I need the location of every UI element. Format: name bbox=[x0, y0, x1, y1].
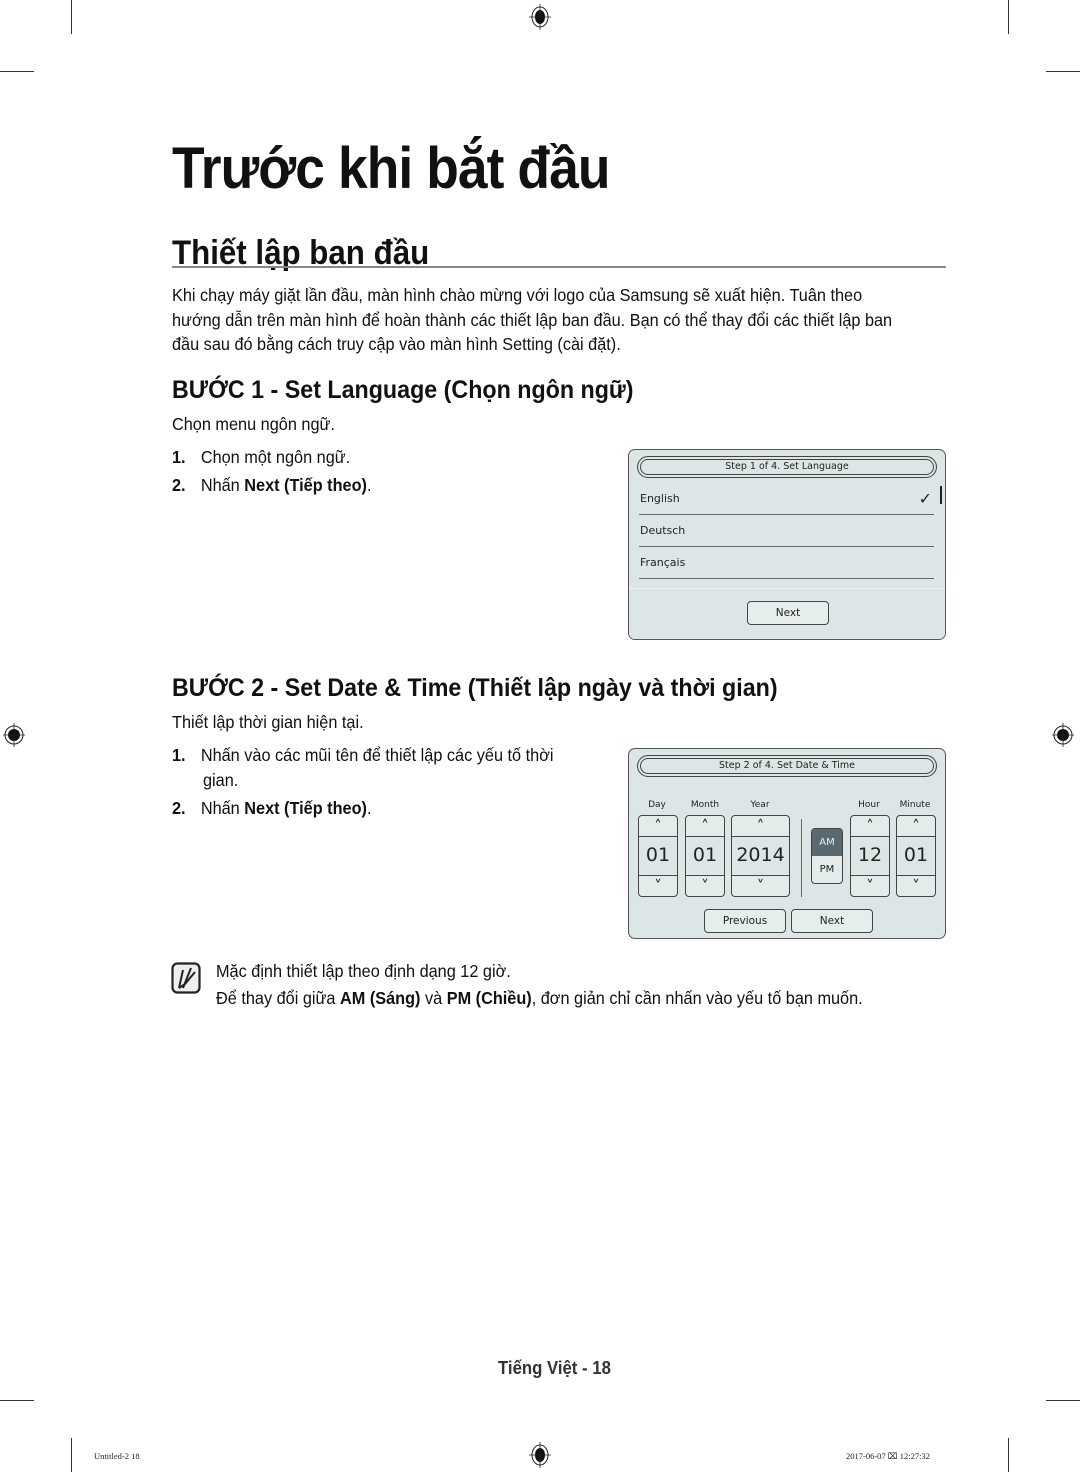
crop-mark bbox=[71, 0, 72, 34]
slug-left: Untitled-2 18 bbox=[94, 1451, 140, 1461]
note-line-2: Để thay đổi giữa AM (Sáng) và PM (Chiều)… bbox=[216, 988, 863, 1009]
item-number: 2. bbox=[172, 475, 186, 495]
language-screen: Step 1 of 4. Set Language English ✓ Deut… bbox=[628, 449, 946, 640]
step1-item-1: 1. Chọn một ngôn ngữ. bbox=[172, 447, 350, 468]
item-text: Nhấn vào các mũi tên để thiết lập các yế… bbox=[200, 745, 554, 765]
hour-value: 12 bbox=[851, 837, 889, 874]
chevron-down-icon[interactable]: ˅ bbox=[639, 875, 677, 896]
minute-spinner: ˄ 01 ˅ bbox=[896, 815, 936, 897]
item-number: 2. bbox=[172, 798, 186, 818]
step1-heading: BƯỚC 1 - Set Language (Chọn ngôn ngữ) bbox=[172, 376, 634, 404]
step2-item-2: 2. Nhấn Next (Tiếp theo). bbox=[172, 798, 371, 819]
item-text: Chọn một ngôn ngữ. bbox=[200, 447, 351, 467]
language-label: English bbox=[640, 492, 680, 505]
note-bold-pm: PM (Chiều) bbox=[446, 988, 532, 1008]
month-spinner: ˄ 01 ˅ bbox=[685, 815, 725, 897]
next-button[interactable]: Next bbox=[747, 601, 829, 625]
step2-item-1-cont: gian. bbox=[203, 770, 239, 790]
column-divider bbox=[801, 819, 802, 897]
note-text: và bbox=[420, 988, 447, 1008]
crop-mark bbox=[0, 1400, 34, 1401]
day-label: Day bbox=[648, 800, 666, 810]
chevron-down-icon[interactable]: ˅ bbox=[732, 875, 789, 896]
item-number: 1. bbox=[172, 447, 186, 467]
registration-mark-icon bbox=[3, 723, 25, 747]
step1-item-2: 2. Nhấn Next (Tiếp theo). bbox=[172, 475, 371, 496]
step2-item-1: 1. Nhấn vào các mũi tên để thiết lập các … bbox=[172, 745, 553, 766]
section-divider bbox=[172, 266, 946, 268]
month-value: 01 bbox=[686, 837, 724, 874]
chevron-up-icon[interactable]: ˄ bbox=[639, 816, 677, 837]
chevron-up-icon[interactable]: ˄ bbox=[851, 816, 889, 837]
note-text: Để thay đổi giữa bbox=[216, 988, 340, 1008]
note-bold-am: AM (Sáng) bbox=[339, 988, 421, 1008]
year-label: Year bbox=[750, 800, 770, 810]
registration-mark-icon bbox=[529, 4, 551, 30]
registration-mark-icon bbox=[529, 1442, 551, 1468]
language-screen-footer: Next bbox=[629, 588, 945, 639]
crop-mark bbox=[1008, 0, 1009, 34]
note-icon bbox=[171, 962, 201, 994]
pm-button[interactable]: PM bbox=[812, 856, 842, 883]
minute-label: Minute bbox=[899, 800, 931, 810]
step2-subtext: Thiết lập thời gian hiện tại. bbox=[172, 712, 364, 732]
slug-right: 2017-06-07 ⌧ 12:27:32 bbox=[846, 1451, 930, 1461]
item-bold-text: Next (Tiếp theo) bbox=[244, 798, 367, 818]
crop-mark bbox=[71, 1438, 72, 1472]
datetime-screen-title: Step 2 of 4. Set Date & Time bbox=[637, 755, 937, 777]
crop-mark bbox=[1008, 1438, 1009, 1472]
crop-mark bbox=[1046, 71, 1080, 72]
chevron-down-icon[interactable]: ˅ bbox=[897, 875, 935, 896]
year-value: 2014 bbox=[732, 837, 789, 874]
chevron-up-icon[interactable]: ˄ bbox=[686, 816, 724, 837]
intro-paragraph: Khi chạy máy giặt lần đầu, màn hình chào… bbox=[172, 285, 893, 354]
item-number: 1. bbox=[172, 745, 186, 765]
next-button[interactable]: Next bbox=[791, 909, 873, 933]
previous-button[interactable]: Previous bbox=[704, 909, 786, 933]
hour-spinner: ˄ 12 ˅ bbox=[850, 815, 890, 897]
language-option-francais[interactable]: Français bbox=[639, 547, 934, 579]
check-icon: ✓ bbox=[918, 489, 932, 508]
scrollbar[interactable] bbox=[940, 486, 942, 504]
page-number: Tiếng Việt - 18 bbox=[498, 1358, 611, 1378]
am-button[interactable]: AM bbox=[812, 829, 842, 856]
hour-label: Hour bbox=[858, 800, 880, 810]
chevron-up-icon[interactable]: ˄ bbox=[897, 816, 935, 837]
crop-mark bbox=[1046, 1400, 1080, 1401]
item-text-after: . bbox=[366, 798, 372, 818]
note-text: , đơn giản chỉ cần nhấn vào yếu tố bạn m… bbox=[531, 988, 863, 1008]
step1-subtext: Chọn menu ngôn ngữ. bbox=[172, 414, 335, 434]
ampm-toggle: AM PM bbox=[811, 828, 843, 884]
language-label: Deutsch bbox=[640, 524, 686, 537]
item-text-after: . bbox=[366, 475, 372, 495]
chevron-down-icon[interactable]: ˅ bbox=[686, 875, 724, 896]
chevron-up-icon[interactable]: ˄ bbox=[732, 816, 789, 837]
minute-value: 01 bbox=[897, 837, 935, 874]
day-spinner: ˄ 01 ˅ bbox=[638, 815, 678, 897]
chevron-down-icon[interactable]: ˅ bbox=[851, 875, 889, 896]
language-label: Français bbox=[640, 556, 686, 569]
datetime-screen: Step 2 of 4. Set Date & Time Day Month Y… bbox=[628, 748, 946, 939]
page-title: Trước khi bắt đầu bbox=[172, 136, 610, 201]
language-screen-title: Step 1 of 4. Set Language bbox=[637, 456, 937, 478]
registration-mark-icon bbox=[1052, 723, 1074, 747]
language-option-deutsch[interactable]: Deutsch bbox=[639, 515, 934, 547]
language-option-english[interactable]: English ✓ bbox=[639, 483, 934, 515]
day-value: 01 bbox=[639, 837, 677, 874]
crop-mark bbox=[0, 71, 34, 72]
note-line-1: Mặc định thiết lập theo định dạng 12 giờ… bbox=[216, 961, 511, 981]
year-spinner: ˄ 2014 ˅ bbox=[731, 815, 790, 897]
month-label: Month bbox=[690, 800, 720, 810]
item-text: Nhấn bbox=[200, 798, 245, 818]
item-text: Nhấn bbox=[200, 475, 245, 495]
step2-heading: BƯỚC 2 - Set Date & Time (Thiết lập ngày… bbox=[172, 674, 778, 702]
item-bold-text: Next (Tiếp theo) bbox=[244, 475, 367, 495]
